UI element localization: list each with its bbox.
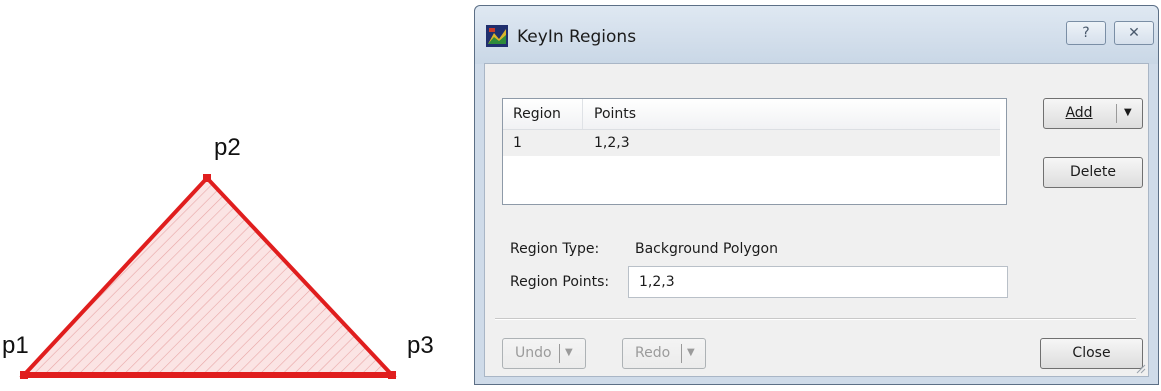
app-icon	[486, 25, 508, 47]
dialog-client-area: Region Points 1 1,2,3 Add ▼ Delete Regio…	[484, 63, 1149, 377]
vertex-p3	[388, 371, 396, 379]
dialog-title: KeyIn Regions	[517, 27, 637, 47]
add-button-divider	[1116, 104, 1117, 123]
region-points-input[interactable]	[628, 266, 1008, 298]
redo-button-divider	[681, 344, 682, 363]
chevron-down-icon[interactable]: ▼	[1124, 107, 1132, 118]
close-button[interactable]: Close	[1040, 338, 1143, 369]
triangle-diagram: p1 p2 p3	[0, 0, 470, 387]
table-header: Region Points	[503, 99, 1000, 130]
keyin-regions-dialog: KeyIn Regions ? ✕ Region Points 1 1,2,3 …	[474, 5, 1159, 385]
chevron-down-icon[interactable]: ▼	[565, 347, 573, 358]
title-bar[interactable]: KeyIn Regions ? ✕	[475, 6, 1158, 64]
redo-button[interactable]: Redo ▼	[622, 338, 706, 369]
table-cell-region: 1	[513, 135, 522, 151]
undo-button-label: Undo	[515, 345, 552, 361]
vertex-p2	[203, 174, 211, 182]
delete-button[interactable]: Delete	[1043, 157, 1143, 188]
resize-grip-icon[interactable]	[1134, 362, 1146, 374]
triangle-canvas	[19, 174, 397, 379]
region-points-label: Region Points:	[510, 274, 610, 290]
region-type-label: Region Type:	[510, 241, 600, 257]
triangle-region	[19, 175, 397, 377]
add-button[interactable]: Add ▼	[1043, 98, 1143, 129]
table-row[interactable]: 1 1,2,3	[503, 130, 1000, 156]
region-type-value: Background Polygon	[635, 241, 778, 257]
column-header-region[interactable]: Region	[503, 99, 583, 129]
help-button[interactable]: ?	[1066, 21, 1106, 45]
add-button-label: Add	[1065, 105, 1093, 121]
undo-button-divider	[559, 344, 560, 363]
help-icon: ?	[1082, 25, 1090, 41]
point-label-p1: p1	[2, 332, 29, 359]
column-header-points[interactable]: Points	[584, 99, 1002, 129]
undo-button[interactable]: Undo ▼	[502, 338, 586, 369]
point-label-p2: p2	[214, 134, 241, 161]
table-cell-points: 1,2,3	[594, 135, 630, 151]
footer-divider	[495, 318, 1136, 320]
point-label-p3: p3	[407, 332, 434, 359]
regions-table[interactable]: Region Points 1 1,2,3	[502, 98, 1007, 205]
redo-button-label: Redo	[635, 345, 671, 361]
vertex-p1	[20, 371, 28, 379]
close-window-button[interactable]: ✕	[1114, 21, 1154, 45]
close-icon: ✕	[1128, 25, 1140, 41]
chevron-down-icon[interactable]: ▼	[687, 347, 695, 358]
